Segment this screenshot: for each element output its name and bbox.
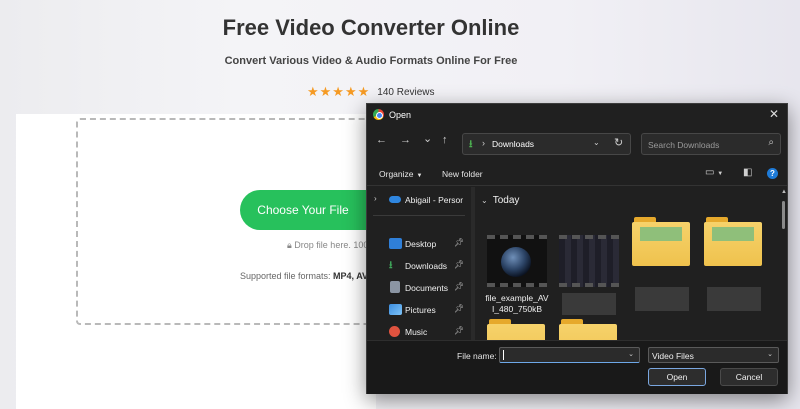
- file-type-select[interactable]: Video Files ⌄: [648, 347, 779, 363]
- folder-item-blurred-1[interactable]: [627, 217, 697, 315]
- sidebar-item-pictures[interactable]: Pictures 📌︎: [367, 300, 467, 320]
- group-header-today[interactable]: ⌄ Today: [481, 195, 519, 206]
- up-arrow-icon[interactable]: ↑: [442, 134, 448, 146]
- caret-down-icon: ▼: [416, 173, 423, 179]
- forward-arrow-icon[interactable]: →: [400, 134, 411, 146]
- pictures-icon: [389, 304, 402, 315]
- folder-item-row2-2[interactable]: [554, 319, 624, 340]
- recent-locations-chevron-icon[interactable]: ⌄: [423, 132, 432, 145]
- dialog-titlebar[interactable]: Open ✕: [367, 104, 787, 126]
- music-icon: [389, 326, 400, 337]
- breadcrumb-downloads[interactable]: Downloads: [492, 139, 534, 149]
- organize-menu[interactable]: Organize ▼: [379, 169, 422, 179]
- chevron-down-icon: ⌄: [767, 351, 773, 358]
- sidebar-scrollbar[interactable]: [471, 187, 475, 340]
- pin-icon[interactable]: 📌︎: [454, 260, 464, 269]
- search-input[interactable]: Search Downloads ⌕: [641, 133, 781, 155]
- organize-label: Organize: [379, 169, 414, 179]
- scrollbar-thumb[interactable]: [782, 201, 785, 229]
- new-folder-button[interactable]: New folder: [442, 169, 483, 179]
- folder-item-row2-1[interactable]: [482, 319, 552, 340]
- reviews-count[interactable]: 140 Reviews: [377, 87, 434, 98]
- pin-icon[interactable]: 📌︎: [454, 304, 464, 313]
- group-header-label: Today: [492, 195, 520, 206]
- pin-icon[interactable]: 📌︎: [454, 238, 464, 247]
- address-bar[interactable]: ⭳ › Downloads ⌄ ↻: [462, 133, 631, 155]
- dialog-title: Open: [389, 110, 412, 120]
- formats-value: MP4, AVI, M: [333, 271, 367, 281]
- file-item-blurred[interactable]: [554, 235, 624, 315]
- sidebar-item-music[interactable]: Music 📌︎: [367, 322, 467, 342]
- file-name-label: File name:: [457, 351, 497, 361]
- blurred-file-name: [562, 293, 616, 315]
- back-arrow-icon[interactable]: ←: [376, 134, 387, 146]
- blurred-folder-name: [707, 287, 761, 311]
- breadcrumb-separator-icon: ›: [482, 138, 485, 148]
- file-name-input[interactable]: ⌄: [499, 347, 640, 363]
- text-cursor: [503, 350, 504, 360]
- file-list: ⌄ Today file_example_AV I_480_750kB ▲: [477, 187, 789, 340]
- blurred-thumbnail: [559, 235, 619, 287]
- file-item-video[interactable]: file_example_AV I_480_750kB: [482, 235, 552, 315]
- preview-pane-icon[interactable]: ◧: [743, 167, 752, 178]
- chevron-down-icon: ⌄: [481, 196, 488, 205]
- folder-icon: [487, 319, 547, 340]
- search-icon: ⌕: [768, 137, 774, 148]
- documents-icon: [390, 281, 400, 293]
- close-icon[interactable]: ✕: [769, 107, 779, 121]
- open-file-dialog: Open ✕ ← → ⌄ ↑ ⭳ › Downloads ⌄ ↻ Search …: [366, 103, 788, 394]
- folder-icon: [559, 319, 619, 340]
- pin-icon[interactable]: 📌︎: [454, 326, 464, 335]
- earth-image: [501, 247, 531, 277]
- downloads-icon: ⭳: [389, 260, 393, 271]
- drop-hint: 🔒︎ Drop file here. 100: [287, 240, 367, 251]
- command-bar: Organize ▼ New folder ▭ ▼ ◧ ?: [367, 162, 787, 186]
- video-thumbnail: [487, 235, 547, 287]
- sidebar-item-documents[interactable]: Documents 📌︎: [367, 278, 467, 298]
- file-name: file_example_AV I_480_750kB: [482, 293, 552, 315]
- blurred-folder-name: [635, 287, 689, 311]
- navigation-bar: ← → ⌄ ↑ ⭳ › Downloads ⌄ ↻ Search Downloa…: [367, 130, 787, 156]
- chevron-down-icon[interactable]: ⌄: [593, 138, 600, 147]
- choose-file-button[interactable]: Choose Your File: [240, 190, 376, 230]
- desktop-icon: [389, 238, 402, 249]
- file-name-line-2: I_480_750kB: [491, 304, 543, 314]
- sidebar-item-label: Abigail - Person: [405, 195, 463, 205]
- dialog-footer: File name: ⌄ Video Files ⌄ Open Cancel: [367, 340, 787, 394]
- sidebar-item-downloads[interactable]: ⭳ Downloads 📌︎: [367, 256, 467, 276]
- navigation-pane: › Abigail - Person Desktop 📌︎ ⭳ Download…: [367, 187, 475, 342]
- folder-icon: [704, 217, 764, 269]
- onedrive-cloud-icon: [389, 196, 401, 203]
- sidebar-divider: [373, 215, 465, 216]
- open-button[interactable]: Open: [648, 368, 706, 386]
- file-type-value: Video Files: [652, 351, 694, 361]
- drop-hint-text: Drop file here. 100: [294, 240, 367, 250]
- chevron-down-icon[interactable]: ⌄: [628, 350, 634, 358]
- cancel-button[interactable]: Cancel: [720, 368, 778, 386]
- search-placeholder: Search Downloads: [648, 140, 720, 150]
- formats-label: Supported file formats:: [240, 271, 334, 281]
- expand-chevron-icon[interactable]: ›: [374, 194, 377, 203]
- page-title: Free Video Converter Online: [222, 15, 520, 40]
- folder-item-blurred-2[interactable]: [699, 217, 769, 315]
- file-name-line-1: file_example_AV: [485, 293, 549, 303]
- page-subtitle: Convert Various Video & Audio Formats On…: [224, 55, 518, 67]
- help-icon[interactable]: ?: [767, 168, 778, 179]
- pin-icon[interactable]: 📌︎: [454, 282, 464, 291]
- supported-formats: Supported file formats: MP4, AVI, M: [240, 271, 367, 281]
- downloads-icon: ⭳: [469, 139, 473, 150]
- folder-icon: [632, 217, 692, 269]
- refresh-icon[interactable]: ↻: [614, 136, 623, 149]
- view-options-icon[interactable]: ▭ ▼: [705, 167, 723, 178]
- sidebar-item-onedrive[interactable]: › Abigail - Person: [367, 190, 467, 210]
- sidebar-item-desktop[interactable]: Desktop 📌︎: [367, 234, 467, 254]
- star-rating-icon: ★★★★★: [307, 84, 371, 99]
- chrome-icon: [373, 109, 384, 120]
- rating: ★★★★★ 140 Reviews: [307, 84, 435, 100]
- file-list-scrollbar[interactable]: ▲: [781, 187, 787, 340]
- scroll-up-icon[interactable]: ▲: [781, 189, 787, 195]
